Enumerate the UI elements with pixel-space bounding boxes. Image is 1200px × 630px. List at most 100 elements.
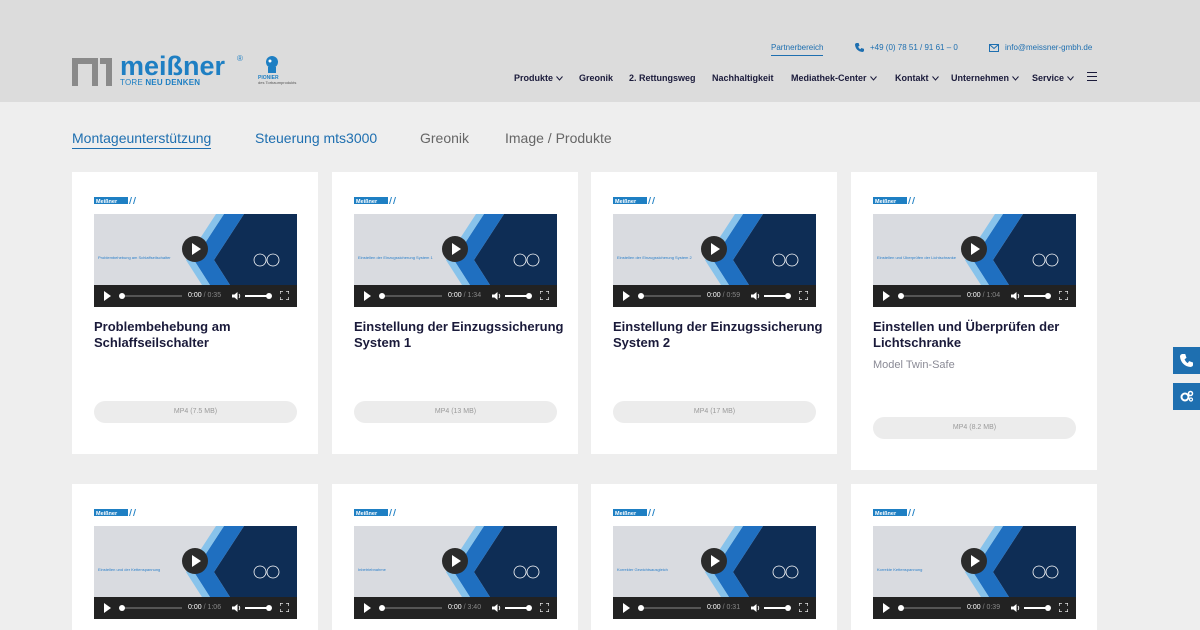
fullscreen-icon[interactable] bbox=[280, 603, 289, 612]
seek-bar[interactable] bbox=[639, 607, 701, 609]
pionier-subtitle: des Torbaumprodukts bbox=[258, 80, 297, 85]
play-icon[interactable] bbox=[623, 603, 630, 613]
chevron-down-icon bbox=[931, 76, 939, 81]
volume-handle[interactable] bbox=[266, 605, 272, 611]
volume-icon[interactable] bbox=[1011, 291, 1021, 301]
seek-bar[interactable] bbox=[120, 295, 182, 297]
download-mp4-button[interactable]: MP4 (13 MB) bbox=[354, 401, 557, 423]
download-mp4-button[interactable]: MP4 (7.5 MB) bbox=[94, 401, 297, 423]
volume-handle[interactable] bbox=[785, 605, 791, 611]
volume-handle[interactable] bbox=[1045, 293, 1051, 299]
fullscreen-icon[interactable] bbox=[540, 291, 549, 300]
volume-icon[interactable] bbox=[232, 291, 242, 301]
video-time: 0:00 / 1:06 bbox=[188, 604, 222, 611]
nav-item-unternehmen[interactable]: Unternehmen bbox=[951, 73, 1019, 83]
volume-icon[interactable] bbox=[492, 291, 502, 301]
play-icon[interactable] bbox=[104, 291, 111, 301]
video-player[interactable]: Problembehebung am Schlaffseilschalter 0:… bbox=[94, 214, 297, 307]
play-overlay-icon[interactable] bbox=[442, 236, 468, 262]
video-controls: 0:00 / 1:34 bbox=[354, 285, 557, 307]
play-overlay-icon[interactable] bbox=[182, 236, 208, 262]
fullscreen-icon[interactable] bbox=[799, 291, 808, 300]
play-overlay-icon[interactable] bbox=[701, 548, 727, 574]
play-overlay-icon[interactable] bbox=[961, 236, 987, 262]
pionier-badge: PIONIER des Torbaumprodukts bbox=[258, 54, 298, 86]
video-card: Meißner Korrekter Gewichtsausgleich 0:00 /… bbox=[591, 484, 837, 630]
fullscreen-icon[interactable] bbox=[799, 603, 808, 612]
tab-greonik[interactable]: Greonik bbox=[420, 130, 469, 146]
video-player[interactable]: Inbetriebnahme 0:00 / 3:40 bbox=[354, 526, 557, 619]
volume-handle[interactable] bbox=[526, 605, 532, 611]
menu-icon[interactable] bbox=[1087, 72, 1097, 81]
nav-item-mediathek[interactable]: Mediathek-Center bbox=[791, 73, 877, 83]
video-title-overlay: Inbetriebnahme bbox=[358, 567, 386, 572]
tab-image-produkte[interactable]: Image / Produkte bbox=[505, 130, 612, 146]
seek-handle[interactable] bbox=[898, 605, 904, 611]
volume-handle[interactable] bbox=[785, 293, 791, 299]
seek-bar[interactable] bbox=[899, 607, 961, 609]
seek-bar[interactable] bbox=[380, 607, 442, 609]
seek-handle[interactable] bbox=[898, 293, 904, 299]
video-card: Meißner Problembehebung am Schlaffseilsch… bbox=[72, 172, 318, 454]
play-overlay-icon[interactable] bbox=[701, 236, 727, 262]
fullscreen-icon[interactable] bbox=[1059, 603, 1068, 612]
partner-link[interactable]: Partnerbereich bbox=[771, 43, 824, 56]
play-icon[interactable] bbox=[364, 603, 371, 613]
nav-item-produkte[interactable]: Produkte bbox=[514, 73, 563, 83]
volume-icon[interactable] bbox=[1011, 603, 1021, 613]
seek-handle[interactable] bbox=[119, 605, 125, 611]
seek-handle[interactable] bbox=[379, 605, 385, 611]
volume-icon[interactable] bbox=[492, 603, 502, 613]
video-card: Meißner Korrekte Kettenspannung 0:00 / 0:3… bbox=[851, 484, 1097, 630]
play-icon[interactable] bbox=[104, 603, 111, 613]
volume-icon[interactable] bbox=[751, 603, 761, 613]
seek-bar[interactable] bbox=[899, 295, 961, 297]
seek-handle[interactable] bbox=[379, 293, 385, 299]
video-player[interactable]: Einstellen der Einzugssicherung System 2… bbox=[613, 214, 816, 307]
nav-item-service[interactable]: Service bbox=[1032, 73, 1074, 83]
play-overlay-icon[interactable] bbox=[442, 548, 468, 574]
play-overlay-icon[interactable] bbox=[182, 548, 208, 574]
video-player[interactable]: Korrekter Gewichtsausgleich 0:00 / 0:31 bbox=[613, 526, 816, 619]
download-mp4-button[interactable]: MP4 (17 MB) bbox=[613, 401, 816, 423]
seek-handle[interactable] bbox=[638, 293, 644, 299]
nav-item-rettungsweg[interactable]: 2. Rettungsweg bbox=[629, 73, 696, 83]
volume-icon[interactable] bbox=[751, 291, 761, 301]
side-phone-button[interactable] bbox=[1173, 347, 1200, 374]
meissner-logo[interactable]: meißner ® TORE NEU DENKEN bbox=[72, 51, 244, 87]
video-player[interactable]: Einstellen und Überprüfen der Lichtschra… bbox=[873, 214, 1076, 307]
volume-handle[interactable] bbox=[1045, 605, 1051, 611]
video-title: Einstellung der Einzugssicherung System … bbox=[354, 319, 564, 350]
play-icon[interactable] bbox=[623, 291, 630, 301]
side-settings-button[interactable] bbox=[1173, 383, 1200, 410]
play-icon[interactable] bbox=[364, 291, 371, 301]
phone-link[interactable]: +49 (0) 78 51 / 91 61 – 0 bbox=[855, 43, 958, 52]
volume-handle[interactable] bbox=[526, 293, 532, 299]
tab-steuerung-mts3000[interactable]: Steuerung mts3000 bbox=[255, 130, 377, 146]
video-brand-logo: Meißner bbox=[873, 197, 915, 205]
play-icon[interactable] bbox=[883, 291, 890, 301]
fullscreen-icon[interactable] bbox=[540, 603, 549, 612]
volume-icon[interactable] bbox=[232, 603, 242, 613]
seek-bar[interactable] bbox=[380, 295, 442, 297]
fullscreen-icon[interactable] bbox=[280, 291, 289, 300]
video-player[interactable]: Einstellen der Einzugssicherung System 1… bbox=[354, 214, 557, 307]
nav-item-kontakt[interactable]: Kontakt bbox=[895, 73, 939, 83]
seek-bar[interactable] bbox=[639, 295, 701, 297]
video-player[interactable]: Einstellen und der Kettenspannung 0:00 / … bbox=[94, 526, 297, 619]
download-mp4-button[interactable]: MP4 (8.2 MB) bbox=[873, 417, 1076, 439]
video-card: Meißner Einstellen und der Kettenspannung… bbox=[72, 484, 318, 630]
nav-item-nachhaltigkeit[interactable]: Nachhaltigkeit bbox=[712, 73, 774, 83]
play-icon[interactable] bbox=[883, 603, 890, 613]
video-brand-logo: Meißner bbox=[354, 509, 396, 517]
seek-handle[interactable] bbox=[638, 605, 644, 611]
fullscreen-icon[interactable] bbox=[1059, 291, 1068, 300]
email-link[interactable]: info@meissner-gmbh.de bbox=[989, 43, 1092, 52]
volume-handle[interactable] bbox=[266, 293, 272, 299]
play-overlay-icon[interactable] bbox=[961, 548, 987, 574]
seek-bar[interactable] bbox=[120, 607, 182, 609]
seek-handle[interactable] bbox=[119, 293, 125, 299]
video-player[interactable]: Korrekte Kettenspannung 0:00 / 0:39 bbox=[873, 526, 1076, 619]
nav-item-greonik[interactable]: Greonik bbox=[579, 73, 613, 83]
tab-montageunterstuetzung[interactable]: Montageunterstützung bbox=[72, 130, 212, 149]
